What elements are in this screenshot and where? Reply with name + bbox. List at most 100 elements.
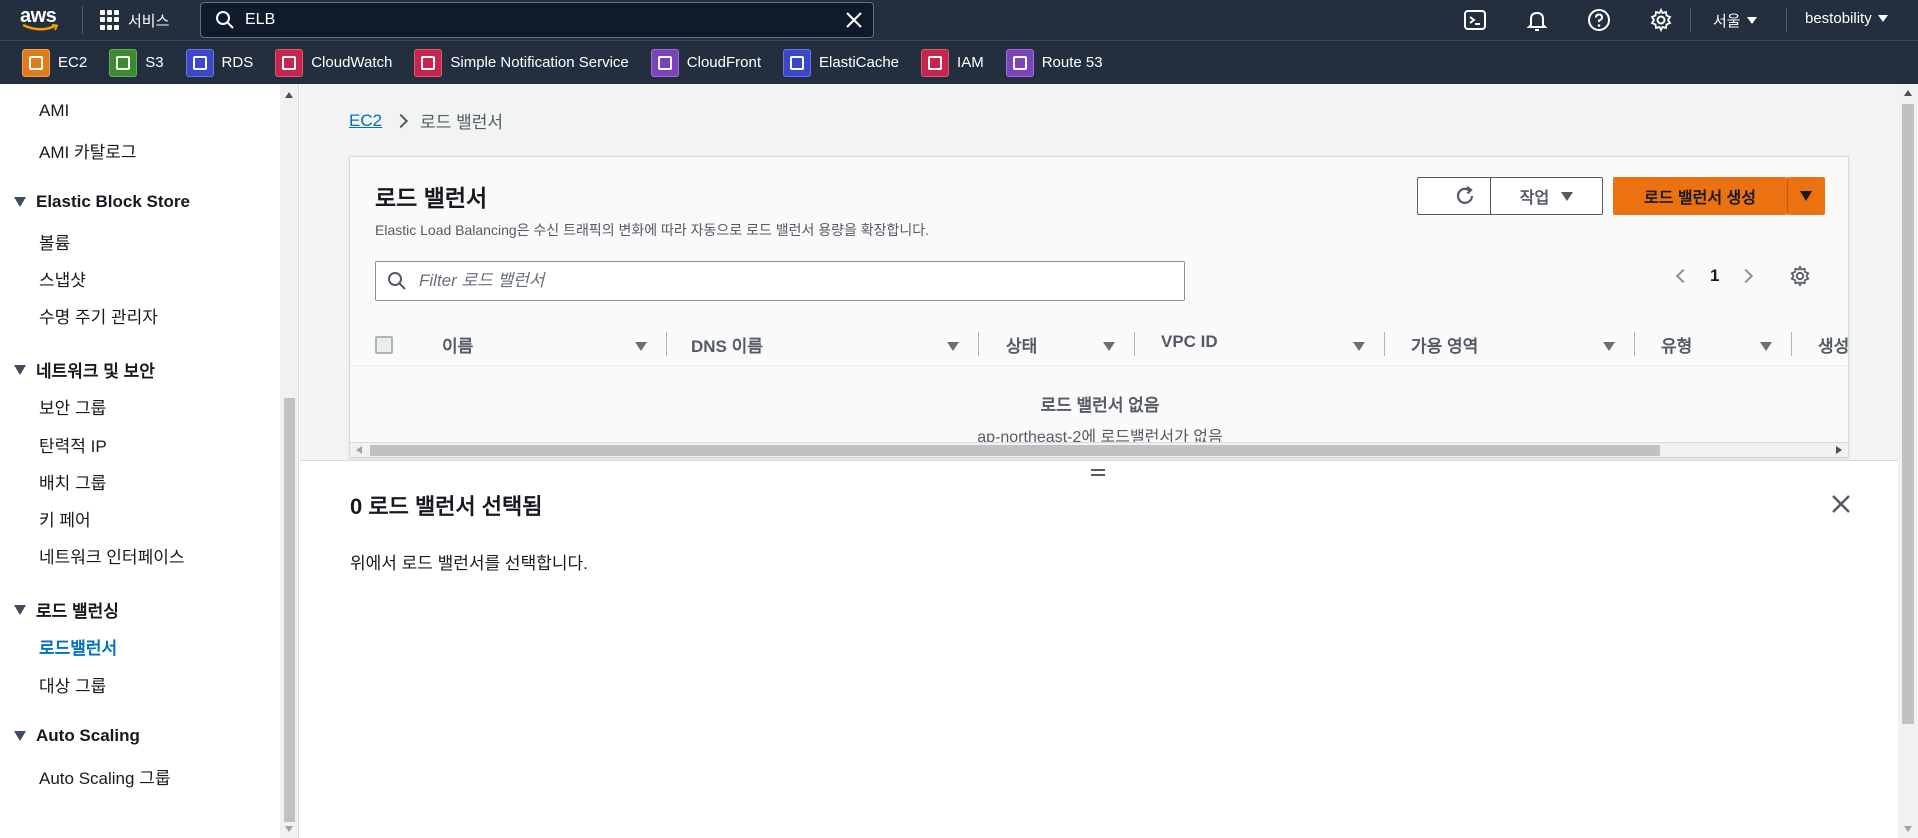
actions-button[interactable]: 작업	[1490, 177, 1603, 215]
select-all-checkbox[interactable]	[375, 336, 393, 354]
sidebar-item-network-interfaces[interactable]: 네트워크 인터페이스	[39, 543, 184, 568]
scroll-up-arrow-icon[interactable]	[1904, 90, 1912, 96]
sidebar-section-label: 로드 밸런싱	[36, 602, 119, 621]
search-icon	[388, 272, 406, 290]
sidebar-item-security-groups[interactable]: 보안 그룹	[39, 394, 106, 419]
sidebar-item-lifecycle-manager[interactable]: 수명 주기 관리자	[39, 303, 158, 328]
previous-page-icon[interactable]	[1675, 268, 1691, 284]
global-search-box[interactable]	[200, 2, 874, 38]
close-icon[interactable]	[1830, 493, 1852, 515]
scroll-right-arrow-icon[interactable]	[1836, 446, 1842, 454]
breadcrumb: EC2 로드 밸런서	[349, 108, 503, 133]
sort-caret-icon[interactable]	[1103, 342, 1115, 351]
column-header-state[interactable]: 상태	[1006, 332, 1037, 357]
create-load-balancer-label: 로드 밸런서 생성	[1644, 190, 1756, 207]
scroll-left-arrow-icon[interactable]	[356, 446, 362, 454]
table-preferences-gear-icon[interactable]	[1789, 265, 1811, 287]
panel-description: Elastic Load Balancing은 수신 트래픽의 변화에 따라 자…	[375, 222, 930, 238]
sort-caret-icon[interactable]	[1760, 342, 1772, 351]
favorite-iam[interactable]: IAM	[921, 48, 984, 78]
cloudshell-icon[interactable]	[1463, 8, 1487, 32]
table-horizontal-scrollbar[interactable]	[349, 442, 1849, 458]
sidebar-section-label: 네트워크 및 보안	[36, 362, 155, 381]
column-header-name[interactable]: 이름	[442, 332, 473, 357]
split-panel-resize-handle[interactable]	[1091, 469, 1107, 479]
sidebar-item-snapshots[interactable]: 스냅샷	[39, 266, 86, 291]
column-header-dns-name[interactable]: DNS 이름	[691, 332, 763, 357]
column-separator[interactable]	[1791, 332, 1792, 356]
filter-input[interactable]	[419, 271, 1159, 291]
sidebar-item-ami-catalog[interactable]: AMI 카탈로그	[39, 138, 137, 163]
next-page-icon[interactable]	[1739, 268, 1754, 284]
help-icon[interactable]	[1587, 8, 1611, 32]
sidebar-item-placement-groups[interactable]: 배치 그룹	[39, 469, 106, 494]
favorite-label: CloudFront	[686, 54, 761, 71]
sidebar-section-network[interactable]: 네트워크 및 보안	[14, 357, 155, 382]
favorite-label: IAM	[957, 54, 984, 71]
services-menu-button[interactable]: 서비스	[100, 8, 169, 32]
empty-state-title: 로드 밸런서 없음	[1040, 396, 1160, 415]
settings-gear-icon[interactable]	[1649, 8, 1673, 32]
page-scroll-thumb[interactable]	[1902, 104, 1914, 724]
create-dropdown-button[interactable]	[1787, 177, 1825, 215]
favorite-label: EC2	[58, 54, 88, 71]
column-separator[interactable]	[1134, 332, 1135, 356]
column-separator[interactable]	[1384, 332, 1385, 356]
scroll-down-arrow-icon[interactable]	[1904, 826, 1912, 832]
caret-down-icon	[14, 364, 26, 375]
favorite-label: S3	[145, 54, 164, 71]
region-label: 서울	[1713, 13, 1741, 30]
sidebar-item-ami[interactable]: AMI	[39, 101, 69, 121]
column-separator[interactable]	[1634, 332, 1635, 356]
sort-caret-icon[interactable]	[947, 342, 959, 351]
sidebar-scroll-thumb[interactable]	[284, 398, 295, 822]
horizontal-scroll-thumb[interactable]	[370, 445, 1660, 456]
sidebar-section-auto-scaling[interactable]: Auto Scaling	[14, 726, 140, 746]
sort-caret-icon[interactable]	[1353, 342, 1365, 351]
favorite-simple-notification-service[interactable]: Simple Notification Service	[414, 48, 629, 78]
column-header-availability-zones[interactable]: 가용 영역	[1411, 332, 1478, 357]
sidebar-scrollbar[interactable]	[280, 84, 299, 838]
sidebar-item-volumes[interactable]: 볼륨	[39, 229, 70, 254]
column-separator[interactable]	[978, 332, 979, 356]
favorite-cloudfront[interactable]: CloudFront	[650, 48, 761, 78]
sidebar-item-elastic-ip[interactable]: 탄력적 IP	[39, 432, 107, 457]
sidebar-item-key-pairs[interactable]: 키 페어	[39, 506, 91, 531]
sidebar-item-auto-scaling-groups[interactable]: Auto Scaling 그룹	[39, 764, 170, 789]
sidebar-section-load-balancing[interactable]: 로드 밸런싱	[14, 597, 119, 622]
favorite-cloudwatch[interactable]: CloudWatch	[275, 48, 392, 78]
favorite-label: ElastiCache	[818, 54, 900, 71]
create-load-balancer-button[interactable]: 로드 밸런서 생성	[1613, 177, 1787, 215]
breadcrumb-link-ec2[interactable]: EC2	[349, 111, 382, 131]
region-selector[interactable]: 서울	[1713, 10, 1757, 31]
current-page-number[interactable]: 1	[1710, 266, 1719, 286]
column-header-created[interactable]: 생성	[1818, 332, 1848, 357]
split-panel-message: 위에서 로드 밸런서를 선택합니다.	[350, 554, 588, 573]
account-menu[interactable]: bestobility	[1805, 10, 1888, 27]
sidebar-item-target-groups[interactable]: 대상 그룹	[39, 672, 106, 697]
filter-box[interactable]	[375, 261, 1185, 301]
page-scrollbar[interactable]	[1898, 84, 1918, 838]
favorite-elasticache[interactable]: ElastiCache	[782, 48, 900, 78]
column-separator[interactable]	[666, 332, 667, 356]
sort-caret-icon[interactable]	[1603, 342, 1615, 351]
service-simple-notification-service-icon	[414, 48, 443, 77]
caret-down-icon	[1800, 191, 1812, 201]
top-navigation: aws 서비스 ELB 서울 bestobility	[0, 0, 1918, 40]
clear-search-icon[interactable]	[845, 11, 863, 29]
column-header-vpc-id[interactable]: VPC ID	[1161, 332, 1218, 352]
favorite-ec2[interactable]: EC2	[22, 48, 87, 78]
favorite-s3[interactable]: S3	[109, 48, 164, 78]
actions-label: 작업	[1519, 190, 1550, 207]
notifications-bell-icon[interactable]	[1525, 8, 1549, 32]
sidebar-section-ebs[interactable]: Elastic Block Store	[14, 192, 190, 212]
favorite-rds[interactable]: RDS	[185, 48, 253, 78]
scroll-down-arrow-icon[interactable]	[285, 826, 293, 832]
scroll-up-arrow-icon[interactable]	[285, 92, 293, 98]
aws-logo[interactable]: aws	[20, 4, 62, 36]
global-search-input[interactable]	[245, 11, 825, 29]
favorite-route-53[interactable]: Route 53	[1005, 48, 1103, 78]
sort-caret-icon[interactable]	[635, 342, 647, 351]
column-header-type[interactable]: 유형	[1661, 332, 1692, 357]
sidebar-item-load-balancers[interactable]: 로드밸런서	[39, 634, 117, 659]
